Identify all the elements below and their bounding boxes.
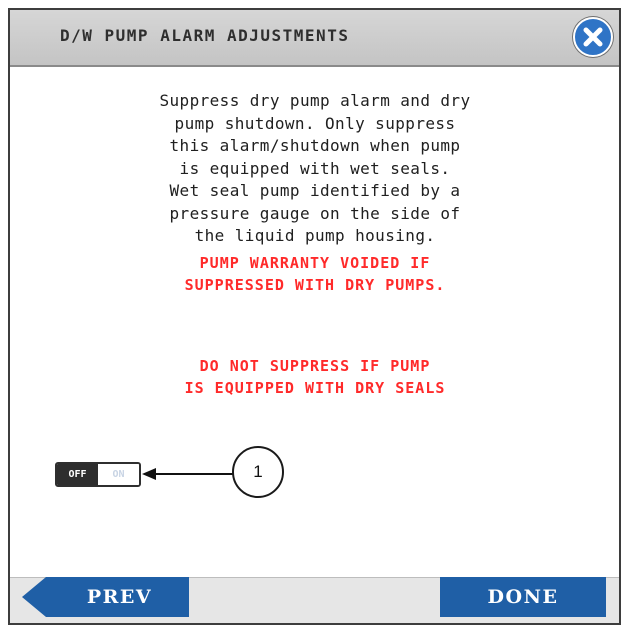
dry-seals-warning-line: IS EQUIPPED WITH DRY SEALS xyxy=(184,379,446,397)
dialog-window: D/W PUMP ALARM ADJUSTMENTS Suppress dry … xyxy=(8,8,621,625)
warranty-warning-line: SUPPRESSED WITH DRY PUMPS. xyxy=(184,276,446,294)
suppress-toggle[interactable]: OFF ON xyxy=(55,462,141,487)
callout-number: 1 xyxy=(232,446,284,498)
description-line: pump shutdown. Only suppress xyxy=(174,113,456,133)
dry-seals-warning-line: DO NOT SUPPRESS IF PUMP xyxy=(199,357,431,375)
close-icon xyxy=(583,27,603,47)
done-label: DONE xyxy=(487,586,559,608)
toggle-off-label: OFF xyxy=(57,464,98,485)
warranty-warning-line: PUMP WARRANTY VOIDED IF xyxy=(199,254,431,272)
done-button[interactable]: DONE xyxy=(440,577,606,617)
description-line: is equipped with wet seals. xyxy=(179,158,451,178)
description-line: the liquid pump housing. xyxy=(194,226,436,245)
toggle-on-label: ON xyxy=(98,464,139,485)
description-line: Wet seal pump identified by a xyxy=(169,181,461,200)
callout-arrow xyxy=(142,468,234,480)
close-button[interactable] xyxy=(573,17,613,57)
prev-button[interactable]: PREV xyxy=(22,577,189,617)
description-line: Suppress dry pump alarm and dry xyxy=(159,91,471,110)
title-bar: D/W PUMP ALARM ADJUSTMENTS xyxy=(10,10,619,67)
dialog-title: D/W PUMP ALARM ADJUSTMENTS xyxy=(60,26,350,45)
prev-label: PREV xyxy=(86,586,153,608)
description-line: this alarm/shutdown when pump xyxy=(169,136,461,155)
description-line: pressure gauge on the side of xyxy=(169,203,461,223)
warranty-warning: PUMP WARRANTY VOIDED IF SUPPRESSED WITH … xyxy=(50,252,580,296)
description-text: Suppress dry pump alarm and dry pump shu… xyxy=(50,90,580,248)
dry-seals-warning: DO NOT SUPPRESS IF PUMP IS EQUIPPED WITH… xyxy=(50,355,580,399)
